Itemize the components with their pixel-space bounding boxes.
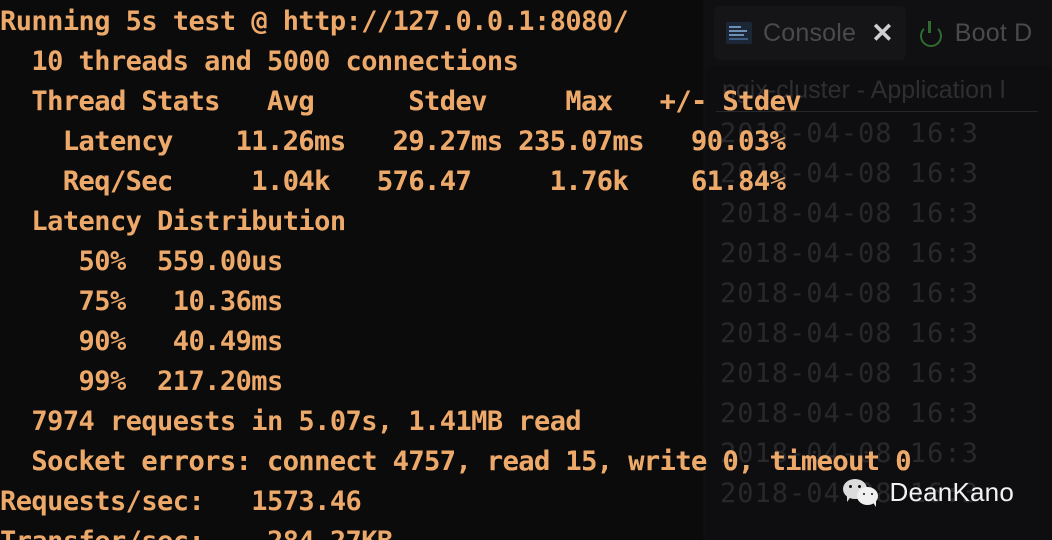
terminal-line: 90% 40.49ms: [0, 326, 284, 357]
terminal-line: Req/Sec 1.04k 576.47 1.76k 61.84%: [0, 166, 786, 197]
terminal-line: Latency 11.26ms 29.27ms 235.07ms 90.03%: [0, 126, 786, 157]
terminal-line: 75% 10.36ms: [0, 286, 284, 317]
terminal-line: 7974 requests in 5.07s, 1.41MB read: [0, 406, 582, 437]
terminal-line: Thread Stats Avg Stdev Max +/- Stdev: [0, 86, 801, 117]
terminal-line: Socket errors: connect 4757, read 15, wr…: [0, 446, 911, 477]
wechat-icon: [842, 478, 881, 508]
terminal-line: Running 5s test @ http://127.0.0.1:8080/: [0, 6, 629, 37]
terminal-line: 10 threads and 5000 connections: [0, 46, 519, 77]
terminal-line: Transfer/sec: 284.27KB: [0, 522, 1052, 540]
terminal-line: 99% 217.20ms: [0, 366, 284, 397]
terminal-line: Latency Distribution: [0, 206, 346, 237]
terminal-window[interactable]: Running 5s test @ http://127.0.0.1:8080/…: [0, 0, 911, 540]
watermark: DeanKano: [842, 477, 1014, 508]
screenshot-root: Console ✕ Boot D ngix-cluster - Applicat…: [0, 0, 1052, 540]
watermark-label: DeanKano: [889, 477, 1014, 507]
terminal-line: 50% 559.00us: [0, 246, 284, 277]
terminal-output: Running 5s test @ http://127.0.0.1:8080/…: [0, 2, 1052, 540]
